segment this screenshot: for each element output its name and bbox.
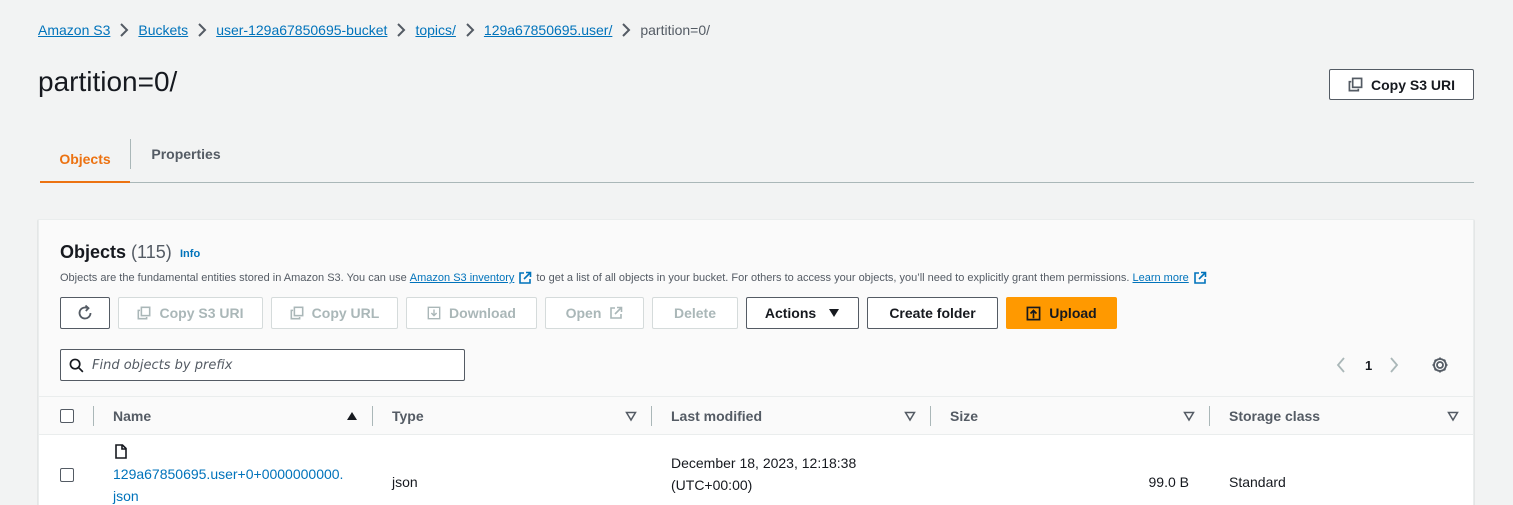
- select-all-checkbox[interactable]: [60, 409, 74, 423]
- object-storage-class: Standard: [1229, 474, 1286, 490]
- table-header: Name Type Last modified Size Storage cla…: [39, 397, 1473, 435]
- objects-heading: Objects (115): [60, 242, 172, 263]
- external-link-icon: [1193, 271, 1207, 284]
- object-name-line2[interactable]: json: [113, 485, 363, 505]
- upload-button[interactable]: Upload: [1006, 297, 1117, 329]
- breadcrumb-amazon-s3[interactable]: Amazon S3: [38, 22, 110, 38]
- description-text-2: to get a list of all objects in your buc…: [536, 272, 1130, 284]
- actions-label: Actions: [764, 305, 817, 321]
- column-divider: [651, 406, 652, 426]
- copy-s3-uri-label: Copy S3 URI: [1370, 76, 1455, 93]
- column-divider: [372, 406, 373, 426]
- refresh-button[interactable]: [60, 297, 110, 329]
- objects-panel-header: Objects (115) Info Objects are the funda…: [39, 220, 1473, 397]
- search-icon: [69, 358, 84, 372]
- refresh-icon: [78, 304, 92, 320]
- file-icon: [115, 444, 127, 459]
- column-divider: [93, 406, 94, 426]
- learn-more-link[interactable]: Learn more: [1132, 272, 1188, 284]
- copy-s3-uri-button[interactable]: Copy S3 URI: [118, 297, 263, 329]
- actions-dropdown[interactable]: Actions: [746, 297, 859, 329]
- upload-icon: [1026, 306, 1041, 320]
- breadcrumb: Amazon S3 Buckets user-129a67850695-buck…: [38, 20, 710, 40]
- description-text-1: Objects are the fundamental entities sto…: [60, 272, 407, 284]
- objects-count: (115): [131, 242, 172, 262]
- external-link-icon: [610, 306, 623, 319]
- chevron-right-icon: [612, 23, 640, 37]
- copy-url-button[interactable]: Copy URL: [271, 297, 398, 329]
- breadcrumb-user-folder[interactable]: 129a67850695.user/: [484, 22, 612, 38]
- copy-s3-uri-button-label: Copy S3 URI: [159, 305, 244, 321]
- chevron-right-icon: [110, 23, 138, 37]
- last-modified-date: December 18, 2023, 12:18:38: [671, 455, 857, 471]
- copy-url-label: Copy URL: [311, 305, 380, 321]
- tab-properties[interactable]: Properties: [131, 137, 241, 171]
- objects-panel: Objects (115) Info Objects are the funda…: [38, 219, 1474, 505]
- sort-icon[interactable]: [1183, 410, 1195, 422]
- download-label: Download: [449, 305, 516, 321]
- column-header-type[interactable]: Type: [392, 397, 424, 435]
- search-box[interactable]: [60, 349, 465, 381]
- page-number[interactable]: 1: [1365, 358, 1372, 373]
- chevron-right-icon: [456, 23, 484, 37]
- objects-title: Objects: [60, 242, 127, 262]
- chevron-right-icon[interactable]: [1388, 356, 1400, 374]
- sort-icon[interactable]: [1447, 410, 1459, 422]
- upload-label: Upload: [1049, 305, 1097, 321]
- external-link-icon: [519, 271, 532, 284]
- breadcrumb-current: partition=0/: [640, 22, 711, 38]
- sort-ascending-icon[interactable]: [346, 410, 358, 422]
- column-header-storage-class[interactable]: Storage class: [1229, 397, 1320, 435]
- create-folder-label: Create folder: [889, 305, 976, 321]
- tab-bar: Objects Properties: [40, 137, 1474, 183]
- tab-objects[interactable]: Objects: [40, 137, 130, 183]
- object-type: json: [392, 474, 418, 490]
- search-input[interactable]: [92, 357, 452, 373]
- object-name-line1[interactable]: 129a67850695.user+0+0000000000.: [113, 463, 363, 485]
- row-checkbox[interactable]: [60, 468, 74, 482]
- column-header-name[interactable]: Name: [113, 397, 151, 435]
- objects-description: Objects are the fundamental entities sto…: [60, 271, 1211, 285]
- chevron-right-icon: [188, 23, 216, 37]
- object-last-modified: December 18, 2023, 12:18:38 (UTC+00:00): [671, 452, 856, 496]
- column-header-size[interactable]: Size: [950, 397, 978, 435]
- breadcrumb-topics[interactable]: topics/: [415, 22, 455, 38]
- copy-icon: [138, 306, 151, 320]
- create-folder-button[interactable]: Create folder: [867, 297, 998, 329]
- open-label: Open: [565, 305, 602, 321]
- delete-button[interactable]: Delete: [652, 297, 738, 329]
- page-title: partition=0/: [38, 66, 178, 97]
- info-link[interactable]: Info: [180, 248, 200, 260]
- sort-icon[interactable]: [625, 410, 637, 422]
- copy-icon: [1348, 77, 1363, 92]
- sort-icon[interactable]: [904, 410, 916, 422]
- pagination: 1: [1335, 355, 1400, 375]
- download-button[interactable]: Download: [406, 297, 537, 329]
- object-name-link[interactable]: 129a67850695.user+0+0000000000. json: [113, 463, 363, 505]
- copy-icon: [290, 306, 304, 320]
- delete-label: Delete: [673, 305, 717, 321]
- table-row: 129a67850695.user+0+0000000000. json jso…: [39, 436, 1473, 505]
- breadcrumb-bucket[interactable]: user-129a67850695-bucket: [216, 22, 387, 38]
- chevron-right-icon: [387, 23, 415, 37]
- column-header-last-modified[interactable]: Last modified: [671, 397, 762, 435]
- s3-inventory-link[interactable]: Amazon S3 inventory: [410, 272, 515, 284]
- column-divider: [1209, 406, 1210, 426]
- caret-down-icon: [829, 309, 840, 317]
- download-icon: [427, 306, 441, 320]
- column-divider: [930, 406, 931, 426]
- gear-icon[interactable]: [1431, 356, 1449, 374]
- breadcrumb-buckets[interactable]: Buckets: [138, 22, 188, 38]
- chevron-left-icon[interactable]: [1335, 356, 1347, 374]
- last-modified-timezone: (UTC+00:00): [671, 477, 753, 493]
- copy-s3-uri-header-button[interactable]: Copy S3 URI: [1329, 69, 1474, 100]
- open-button[interactable]: Open: [545, 297, 644, 329]
- object-size: 99.0 B: [1148, 474, 1189, 490]
